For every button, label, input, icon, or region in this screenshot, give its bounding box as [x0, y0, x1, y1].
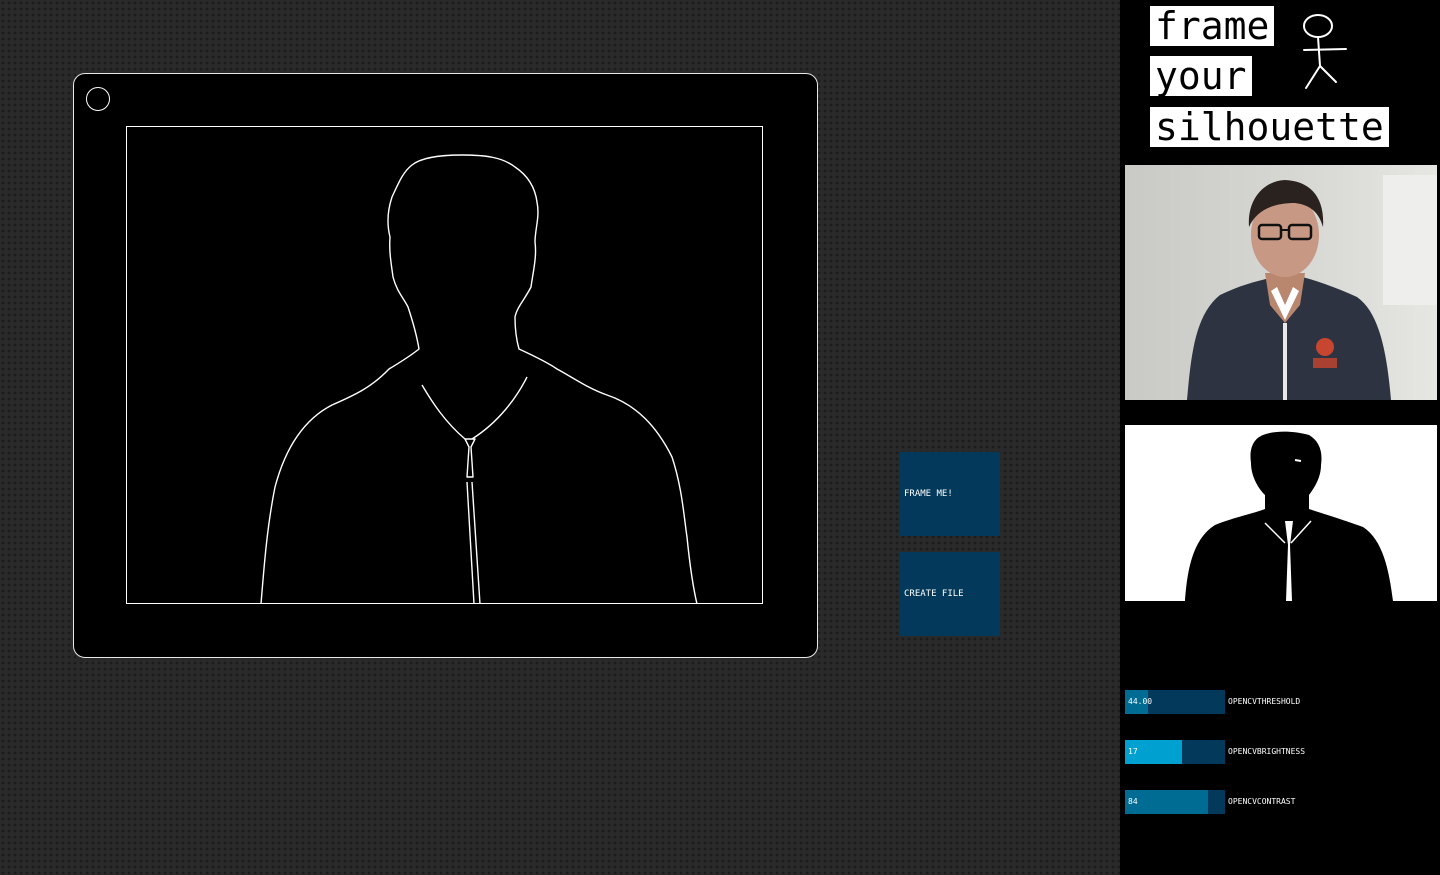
control-panel: frame your silhouette 44.00 OPENCVTHRESH…: [1120, 0, 1440, 875]
title-word-frame: frame: [1150, 6, 1275, 46]
frame-me-button[interactable]: FRAME ME!: [900, 452, 1000, 536]
stick-figure-icon: [1303, 14, 1347, 89]
opencv-threshold-slider[interactable]: 44.00: [1125, 690, 1225, 714]
opencv-brightness-slider[interactable]: 17: [1125, 740, 1225, 764]
title-word-your: your: [1150, 56, 1252, 96]
inner-frame: [126, 126, 763, 605]
opencv-brightness-value: 17: [1128, 747, 1138, 756]
threshold-silhouette-image: [1185, 431, 1393, 601]
corner-hole-icon: [86, 87, 110, 111]
create-file-label: CREATE FILE: [904, 589, 964, 599]
frame-me-label: FRAME ME!: [904, 489, 953, 499]
silhouette-outline: [260, 154, 698, 605]
webcam-person-image: [1187, 175, 1437, 400]
threshold-preview: [1125, 425, 1437, 601]
opencv-threshold-label: OPENCVTHRESHOLD: [1228, 697, 1301, 706]
create-file-button[interactable]: CREATE FILE: [900, 552, 1000, 636]
opencv-threshold-value: 44.00: [1128, 697, 1153, 706]
opencv-contrast-slider[interactable]: 84: [1125, 790, 1225, 814]
title-word-silhouette: silhouette: [1150, 107, 1389, 147]
webcam-feed: [1125, 165, 1437, 400]
frame-preview-canvas: [73, 73, 818, 658]
opencv-contrast-label: OPENCVCONTRAST: [1228, 797, 1296, 806]
opencv-contrast-value: 84: [1128, 797, 1138, 806]
opencv-brightness-label: OPENCVBRIGHTNESS: [1228, 747, 1306, 756]
